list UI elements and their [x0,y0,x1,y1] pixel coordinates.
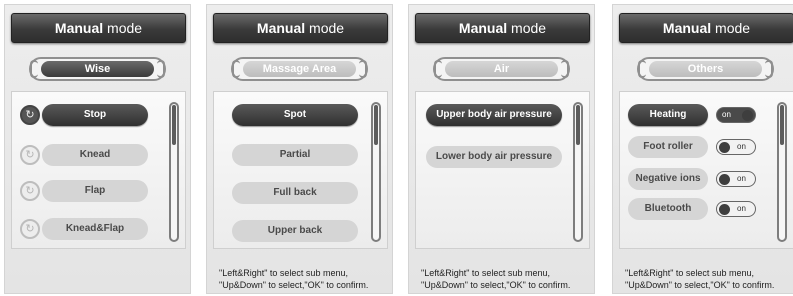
scroll-thumb[interactable] [780,105,784,145]
title-bar: Manual mode [213,13,388,43]
screen-massage-area: Manual mode Massage Area Spot Partial Fu… [206,4,393,294]
option-knead-flap[interactable]: Knead&Flap [42,218,148,240]
option-list: Upper body air pressure Lower body air p… [415,91,590,249]
instruction-text: "Left&Right" to select sub menu, "Up&Dow… [219,268,369,290]
right-arrow-icon[interactable] [157,60,165,78]
option-list: Spot Partial Full back Upper back [213,91,388,249]
scrollbar[interactable] [573,102,583,242]
instruction-text: "Left&Right" to select sub menu, "Up&Dow… [625,268,775,290]
option-spot[interactable]: Spot [232,104,358,126]
right-arrow-icon[interactable] [359,60,367,78]
scrollbar[interactable] [371,102,381,242]
submenu-selector[interactable]: Wise [29,57,166,81]
scrollbar[interactable] [169,102,179,242]
scrollbar[interactable] [777,102,787,242]
option-flap[interactable]: Flap [42,180,148,202]
negative-ions-toggle[interactable]: on [716,171,756,187]
screen-wise: Manual mode Wise ↻ Stop ↻ Knead ↻ Flap ↻… [4,4,191,294]
option-list: ↻ Stop ↻ Knead ↻ Flap ↻ Knead&Flap [11,91,186,249]
right-arrow-icon[interactable] [765,60,773,78]
instruction-text: "Left&Right" to select sub menu, "Up&Dow… [421,268,571,290]
title-bar: Manual mode [619,13,793,43]
option-negative-ions[interactable]: Negative ions [628,168,708,190]
option-upper-back[interactable]: Upper back [232,220,358,242]
toggle-knob [719,174,730,185]
massage-head-icon: ↻ [20,145,40,165]
scroll-thumb[interactable] [576,105,580,145]
left-arrow-icon[interactable] [30,60,38,78]
option-lower-body-air[interactable]: Lower body air pressure [426,146,562,168]
right-arrow-icon[interactable] [561,60,569,78]
left-arrow-icon[interactable] [232,60,240,78]
foot-roller-toggle[interactable]: on [716,139,756,155]
option-stop[interactable]: Stop [42,104,148,126]
option-partial[interactable]: Partial [232,144,358,166]
title-bar: Manual mode [415,13,590,43]
scroll-thumb[interactable] [374,105,378,145]
option-bluetooth[interactable]: Bluetooth [628,198,708,220]
option-knead[interactable]: Knead [42,144,148,166]
toggle-knob [719,204,730,215]
left-arrow-icon[interactable] [638,60,646,78]
option-full-back[interactable]: Full back [232,182,358,204]
submenu-label: Massage Area [243,61,356,77]
submenu-selector[interactable]: Air [433,57,570,81]
massage-head-icon: ↻ [20,105,40,125]
screen-others: Manual mode Others Heating on Foot rolle… [612,4,793,294]
title-bar: Manual mode [11,13,186,43]
massage-head-icon: ↻ [20,219,40,239]
submenu-label: Air [445,61,558,77]
option-foot-roller[interactable]: Foot roller [628,136,708,158]
option-heating[interactable]: Heating [628,104,708,126]
left-arrow-icon[interactable] [434,60,442,78]
toggle-knob [742,110,753,121]
submenu-label: Wise [41,61,154,77]
option-list: Heating on Foot roller on Negative ions … [619,91,793,249]
submenu-selector[interactable]: Others [637,57,774,81]
option-upper-body-air[interactable]: Upper body air pressure [426,104,562,126]
heating-toggle[interactable]: on [716,107,756,123]
submenu-label: Others [649,61,762,77]
toggle-knob [719,142,730,153]
scroll-thumb[interactable] [172,105,176,145]
submenu-selector[interactable]: Massage Area [231,57,368,81]
bluetooth-toggle[interactable]: on [716,201,756,217]
massage-head-icon: ↻ [20,181,40,201]
screen-air: Manual mode Air Upper body air pressure … [408,4,595,294]
